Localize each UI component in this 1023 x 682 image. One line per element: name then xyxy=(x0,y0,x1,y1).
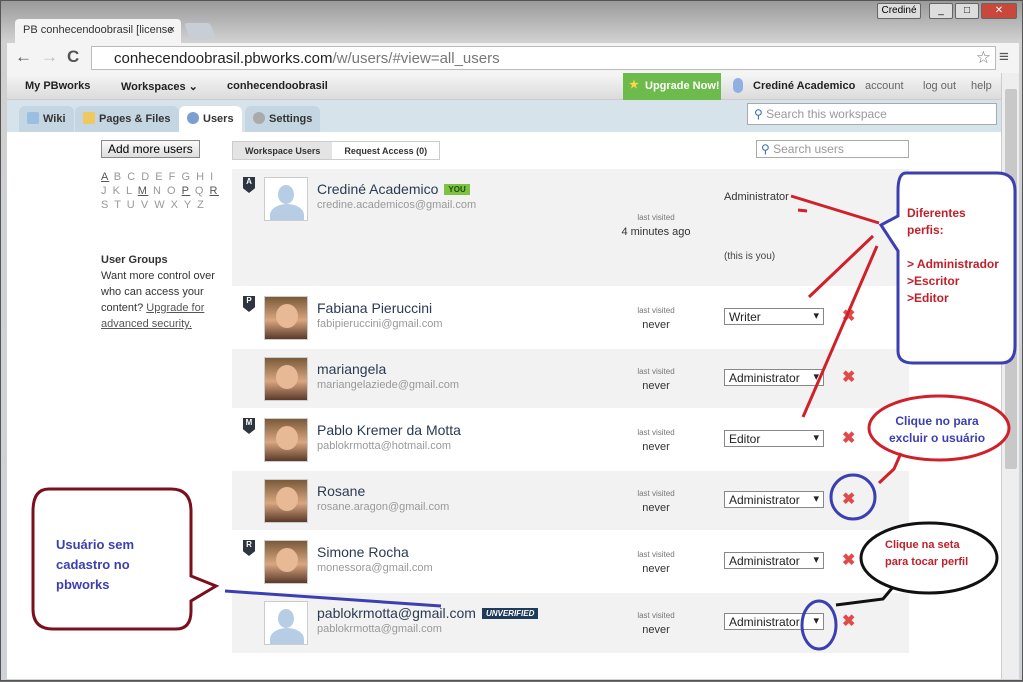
annotation-line: >Editor xyxy=(907,291,949,305)
arrow-annotation: Clique na seta para tocar perfil xyxy=(885,537,968,571)
profiles-annotation: Diferentes perfis: > Administrador >Escrito… xyxy=(907,205,999,307)
delete-highlight-circle xyxy=(829,473,877,521)
annotation-line: Diferentes xyxy=(907,206,966,220)
annotation-line: Clique na seta xyxy=(885,539,960,551)
annotation-line: cadastro no xyxy=(56,557,130,572)
annotation-line xyxy=(907,239,999,256)
annotation-layer xyxy=(31,171,1017,651)
annotation-line: Usuário sem xyxy=(56,537,135,552)
annotation-line: perfis: xyxy=(907,223,944,237)
annotation-line: Clique no para xyxy=(895,414,979,428)
browser-window: Crediné _ □ ✕ PB conhecendoobrasil [lice… xyxy=(0,0,1023,681)
annotation-line: excluir o usuário xyxy=(889,431,986,445)
annotation-line: >Escritor xyxy=(907,274,960,288)
annotation-line: > Administrador xyxy=(907,257,999,271)
annotation-line: pbworks xyxy=(56,577,110,592)
unregistered-annotation: Usuário sem cadastro no pbworks xyxy=(56,535,134,595)
profile-pointer-lines xyxy=(790,194,880,418)
arrow-highlight-circle xyxy=(800,599,838,651)
delete-annotation: Clique no para excluir o usuário xyxy=(889,413,985,447)
annotation-line: para tocar perfil xyxy=(885,556,969,568)
